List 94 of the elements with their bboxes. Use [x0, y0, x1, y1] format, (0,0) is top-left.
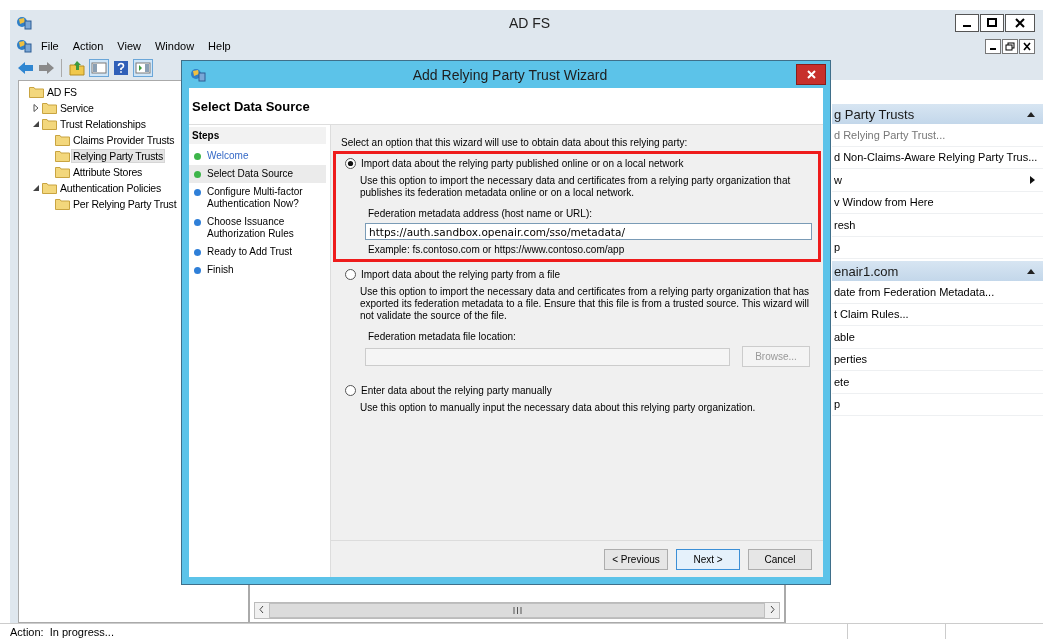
section-title: g Party Trusts	[834, 106, 915, 122]
steps-heading: Steps	[192, 130, 220, 141]
wizard-step[interactable]: Welcome	[189, 147, 326, 165]
dialog-title: Add Relying Party Trust Wizard	[412, 66, 608, 83]
close-icon	[806, 70, 816, 79]
step-link[interactable]: Welcome	[207, 150, 249, 162]
restore-icon[interactable]	[1002, 38, 1018, 54]
step-label: Finish	[207, 264, 234, 276]
example-text: Example: fs.contoso.com or https://www.contoso.com/app	[367, 244, 626, 255]
pane-command[interactable]: perties	[832, 348, 1043, 371]
step-label: Choose Issuance Authorization Rules	[207, 216, 295, 240]
pane-command[interactable]: able	[832, 326, 1043, 349]
actions-section-header[interactable]: g Party Trusts	[832, 104, 1043, 124]
pane-command[interactable]: p	[832, 393, 1043, 416]
collapse-arrow-icon[interactable]	[32, 120, 40, 128]
app-icon	[16, 15, 32, 31]
pane-command[interactable]: ete	[832, 371, 1043, 394]
tree-item[interactable]: Authentication Policies	[59, 182, 163, 194]
step-label: Select Data Source	[207, 168, 294, 180]
grip-icon[interactable]	[512, 607, 522, 614]
wizard-step[interactable]: Choose Issuance Authorization Rules	[189, 213, 326, 243]
folder-icon	[42, 118, 57, 130]
radio-button[interactable]	[345, 158, 356, 169]
pane-command[interactable]: p	[832, 236, 1043, 259]
wizard-step[interactable]: Select Data Source	[189, 165, 326, 183]
wizard-step[interactable]: Configure Multi-factor Authentication Now?	[189, 183, 326, 213]
menu-item[interactable]: Help	[203, 40, 236, 52]
help-icon[interactable]	[113, 60, 129, 76]
back-arrow-icon[interactable]	[18, 61, 34, 75]
action-pane-icon[interactable]	[133, 59, 153, 77]
menu-item[interactable]: File	[36, 40, 64, 52]
folder-icon	[42, 102, 57, 114]
step-label: Configure Multi-factor Authentication Now?	[207, 186, 304, 210]
wizard-step[interactable]: Finish	[189, 261, 326, 279]
folder-icon	[55, 198, 70, 210]
pane-command[interactable]: t Claim Rules...	[832, 303, 1043, 326]
close-button[interactable]	[796, 64, 826, 85]
pane-command[interactable]: resh	[832, 214, 1043, 237]
wizard-step[interactable]: Ready to Add Trust	[189, 243, 326, 261]
tree-item[interactable]: Relying Party Trusts	[72, 150, 164, 162]
folder-icon	[29, 86, 44, 98]
step-label: Ready to Add Trust	[207, 246, 293, 258]
tree-item[interactable]: Claims Provider Trusts	[72, 134, 176, 146]
actions-section-header[interactable]: enair1.com	[832, 261, 1043, 281]
tree-item[interactable]: Service	[59, 102, 95, 114]
tree-item[interactable]: AD FS	[46, 86, 78, 98]
option-description: Use this option to import the necessary data and certificates from a relying party organization that publishes its federation metadata online or on a local network.	[359, 175, 792, 199]
folder-icon	[42, 182, 57, 194]
option-label[interactable]: Import data about the relying party published online or on a local network	[361, 158, 684, 169]
option-label[interactable]: Enter data about the relying party manually	[361, 385, 552, 396]
menu-item[interactable]: Action	[67, 40, 109, 52]
pane-command[interactable]: d Non-Claims-Aware Relying Party Trus...	[832, 146, 1043, 169]
pane-command[interactable]: v Window from Here	[832, 191, 1043, 214]
window-title: AD FS	[508, 15, 551, 31]
wizard-button[interactable]: Next >	[676, 548, 740, 570]
tree-item[interactable]: Per Relying Party Trust	[72, 198, 178, 210]
pane-command[interactable]: date from Federation Metadata...	[832, 281, 1043, 304]
pane-command[interactable]: w	[832, 169, 1043, 192]
tree-item[interactable]: Attribute Stores	[72, 166, 144, 178]
horizontal-scrollbar[interactable]	[254, 602, 780, 619]
field-label: Federation metadata file location:	[367, 331, 517, 342]
wizard-button[interactable]: < Previous	[604, 548, 668, 570]
close-icon[interactable]	[1019, 38, 1035, 54]
folder-up-icon[interactable]	[69, 60, 85, 76]
wizard-button[interactable]: Cancel	[748, 548, 812, 570]
page-title: Select Data Source	[192, 98, 310, 114]
folder-icon	[55, 150, 70, 162]
status-text: Action: In progress...	[10, 625, 114, 638]
collapse-icon[interactable]	[1027, 268, 1035, 274]
collapse-arrow-icon[interactable]	[32, 184, 40, 192]
radio-button[interactable]	[345, 385, 356, 396]
expand-arrow-icon[interactable]	[32, 104, 40, 112]
option-description: Use this option to manually input the necessary data about this relying party organization.	[359, 402, 757, 414]
forward-arrow-icon[interactable]	[38, 61, 54, 75]
radio-button[interactable]	[345, 269, 356, 280]
console-tree-icon[interactable]	[89, 59, 109, 77]
app-icon	[16, 38, 32, 54]
menu-item[interactable]: View	[112, 40, 146, 52]
option-description: Use this option to import the necessary data and certificates from a relying party organization that has exported its federation metadata to a file. Ensure that this file is from a trusted source. This wizard will not validate the source of the file.	[359, 286, 811, 322]
intro-text: Select an option that this wizard will use to obtain data about this relying party:	[340, 137, 689, 148]
section-title: enair1.com	[834, 263, 899, 279]
option-label[interactable]: Import data about the relying party from a file	[361, 269, 560, 280]
close-icon[interactable]	[1005, 14, 1035, 32]
folder-icon	[55, 134, 70, 146]
collapse-icon[interactable]	[1027, 111, 1035, 117]
folder-icon	[55, 166, 70, 178]
app-icon	[190, 66, 206, 83]
field-label: Federation metadata address (host name or URL):	[367, 208, 593, 219]
metadata-address-field[interactable]: https://auth.sandbox.openair.com/sso/metadata/	[365, 223, 812, 240]
tree-item[interactable]: Trust Relationships	[59, 118, 147, 130]
minimize-icon[interactable]	[985, 38, 1001, 54]
maximize-icon[interactable]	[980, 14, 1004, 32]
menu-item[interactable]: Window	[149, 40, 200, 52]
minimize-icon[interactable]	[955, 14, 979, 32]
